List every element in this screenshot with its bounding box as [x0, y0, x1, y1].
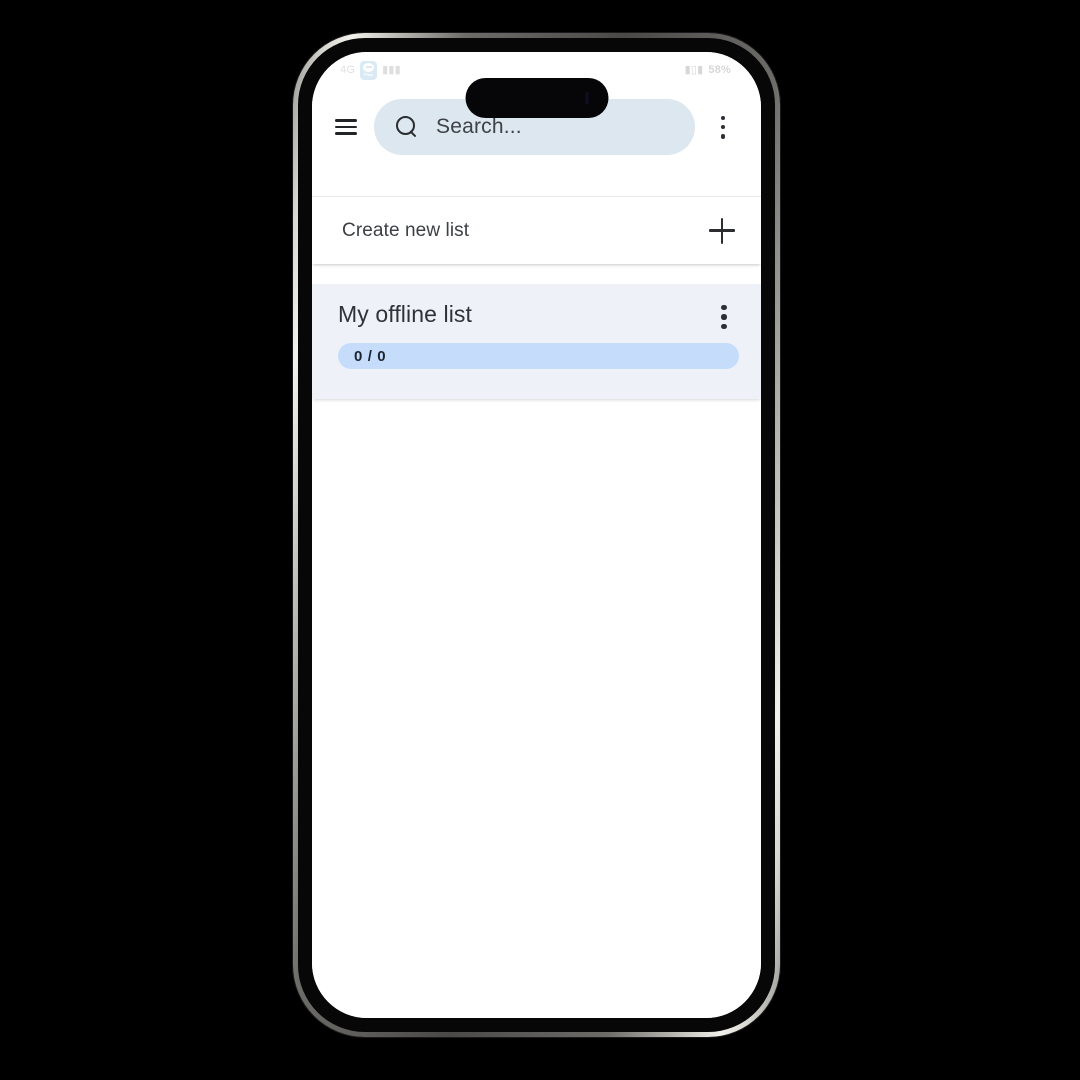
hamburger-menu-button[interactable]: [324, 105, 368, 149]
search-icon: [396, 116, 418, 138]
status-bar-left: 4G Plan ▮▮▮: [340, 60, 401, 80]
network-type-label: 4G: [340, 63, 356, 76]
create-new-list-row[interactable]: Create new list: [312, 196, 761, 264]
kebab-menu-icon: [720, 115, 726, 139]
list-progress-label: 0 / 0: [354, 347, 387, 365]
create-new-list-label: Create new list: [342, 219, 470, 241]
main-content: Create new list My offline list 0 / 0: [312, 166, 761, 1018]
app-badge-bulb: [363, 63, 375, 72]
overflow-menu-button[interactable]: [701, 105, 745, 149]
list-item[interactable]: My offline list 0 / 0: [312, 284, 761, 399]
list-progress-bar: 0 / 0: [338, 343, 739, 369]
search-placeholder-label: Search...: [436, 115, 522, 138]
list-item-title: My offline list: [338, 301, 473, 327]
hamburger-menu-icon: [335, 119, 357, 135]
app-badge-label: Plan: [363, 72, 374, 77]
phone-screen: 4G Plan ▮▮▮ ▮▯▮ 58% Search... Create new…: [312, 52, 761, 1018]
app-notification-icon: Plan: [360, 60, 378, 80]
dynamic-island: [465, 78, 608, 118]
battery-percent-label: 58%: [708, 64, 731, 76]
wifi-icon: ▮▯▮: [684, 63, 704, 76]
plus-icon[interactable]: [709, 217, 735, 244]
phone-frame: 4G Plan ▮▮▮ ▮▯▮ 58% Search... Create new…: [293, 33, 780, 1037]
phone-bezel: 4G Plan ▮▮▮ ▮▯▮ 58% Search... Create new…: [298, 38, 775, 1032]
front-camera-icon: [585, 92, 588, 104]
status-bar-right: ▮▯▮ 58%: [685, 64, 731, 76]
screenshot-canvas: 4G Plan ▮▮▮ ▮▯▮ 58% Search... Create new…: [0, 0, 1080, 1080]
signal-strength-icon: ▮▮▮: [382, 63, 401, 76]
list-item-overflow-button[interactable]: [709, 302, 739, 332]
list-item-header: My offline list: [338, 300, 739, 332]
